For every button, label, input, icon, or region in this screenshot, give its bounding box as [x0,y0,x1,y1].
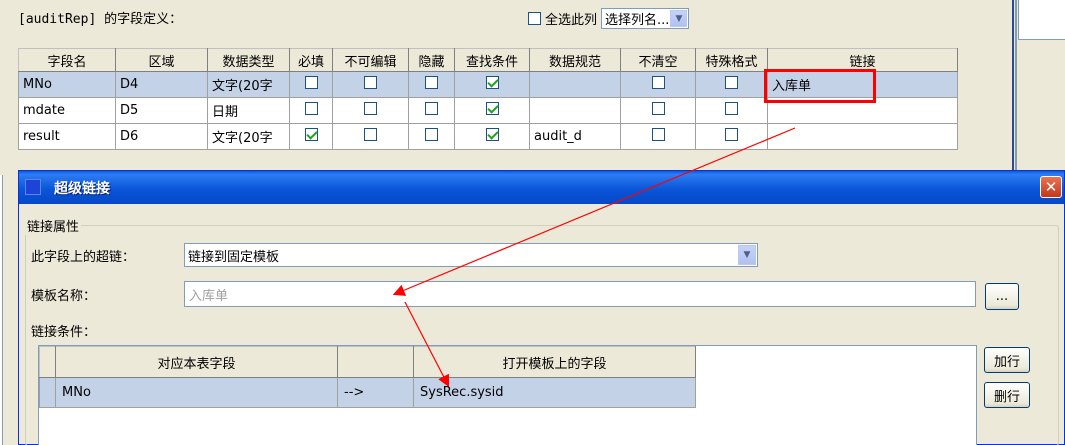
column-select[interactable]: 选择列名... ▼ [601,8,690,29]
condition-grid-container: 对应本表字段 打开模板上的字段 MNo --> SysRec.sysid [38,345,977,445]
table-row[interactable]: MNo --> SysRec.sysid [39,377,696,408]
cell-link[interactable]: 入库单 [764,69,958,103]
col-header-template-field[interactable]: 打开模板上的字段 [413,346,696,378]
cell-name[interactable]: result [18,123,116,150]
cell-area[interactable]: D6 [115,123,208,150]
column-select-value: 选择列名... [605,13,670,28]
select-all-control: 全选此列 选择列名... ▼ [528,8,690,29]
add-row-button[interactable]: 加行 [984,347,1030,373]
search-checkbox[interactable] [485,76,499,89]
select-all-checkbox[interactable] [528,12,541,25]
cell-local-field[interactable]: MNo [55,377,338,408]
frame-line [1015,0,1017,175]
dialog-titlebar[interactable]: 超级链接 ✕ [19,171,1064,204]
cell-area[interactable]: D5 [115,97,208,124]
col-header-arrow[interactable] [337,346,414,378]
cell-name[interactable]: mdate [18,97,116,124]
group-label: 链接属性 [25,216,82,235]
col-header-required[interactable]: 必填 [289,48,333,72]
hyperlink-type-value: 链接到固定模板 [188,249,280,265]
col-header-special[interactable]: 特殊格式 [695,48,768,72]
search-checkbox[interactable] [485,128,499,141]
required-checkbox[interactable] [304,128,318,141]
highlight-box [764,69,876,103]
cell-area[interactable]: D4 [115,71,208,98]
frame-line [1012,0,1014,175]
close-icon[interactable]: ✕ [1040,176,1062,198]
hyperlink-dialog: 超级链接 ✕ 链接属性 此字段上的超链： 链接到固定模板 ▼ 模板名称： 入库单… [18,170,1065,445]
select-all-label: 全选此列 [545,13,598,28]
noclear-checkbox[interactable] [651,76,665,89]
cell-name[interactable]: MNo [18,71,116,98]
noclear-checkbox[interactable] [651,128,665,141]
right-window-edge [1012,0,1065,175]
hidden-checkbox[interactable] [425,102,438,115]
row-indicator [39,377,56,408]
col-header-name[interactable]: 字段名 [18,48,116,72]
cell-type[interactable]: 日期 [207,97,290,124]
readonly-checkbox[interactable] [364,102,377,115]
template-name-value: 入库单 [189,288,229,304]
readonly-checkbox[interactable] [364,128,377,141]
hyperlink-type-select[interactable]: 链接到固定模板 ▼ [184,243,758,267]
panel-title: [auditRep] 的字段定义： [18,12,183,27]
row-indicator-header [39,346,56,378]
cell-spec[interactable] [529,97,621,124]
search-checkbox[interactable] [485,102,499,115]
window-icon [25,179,41,195]
noclear-checkbox[interactable] [651,102,665,115]
special-checkbox[interactable] [725,102,738,115]
delete-row-button[interactable]: 删行 [984,382,1030,408]
cell-type[interactable]: 文字(20字 [207,123,290,150]
required-checkbox[interactable] [304,76,318,89]
table-row[interactable]: MNo D4 文字(20字 入库单 [18,69,958,103]
cell-spec[interactable]: audit_d [529,123,621,150]
col-header-spec[interactable]: 数据规范 [529,48,621,72]
special-checkbox[interactable] [725,76,738,89]
browse-button[interactable]: ... [985,283,1019,310]
field-definition-panel: [auditRep] 的字段定义： 全选此列 选择列名... ▼ 字段名 区域 … [0,0,1012,175]
col-header-hidden[interactable]: 隐藏 [408,48,455,72]
cell-spec[interactable] [529,71,621,98]
cell-arrow[interactable]: --> [337,377,414,408]
background-window [1018,0,1065,40]
hyperlink-label: 此字段上的超链： [31,250,136,265]
condition-label: 链接条件： [31,325,97,340]
col-header-area[interactable]: 区域 [115,48,208,72]
dropdown-arrow-icon[interactable]: ▼ [670,10,688,27]
cell-link[interactable] [767,123,958,150]
col-header-readonly[interactable]: 不可编辑 [332,48,409,72]
condition-grid: 对应本表字段 打开模板上的字段 MNo --> SysRec.sysid [39,346,696,408]
col-header-noclear[interactable]: 不清空 [620,48,696,72]
hidden-checkbox[interactable] [425,128,438,141]
col-header-type[interactable]: 数据类型 [207,48,290,72]
condition-grid-header: 对应本表字段 打开模板上的字段 [39,346,696,378]
dialog-title: 超级链接 [54,181,110,197]
hidden-checkbox[interactable] [425,76,438,89]
required-checkbox[interactable] [304,102,318,115]
field-grid: 字段名 区域 数据类型 必填 不可编辑 隐藏 查找条件 数据规范 不清空 特殊格… [18,48,958,150]
cell-template-field[interactable]: SysRec.sysid [413,377,696,408]
dropdown-arrow-icon[interactable]: ▼ [738,245,756,265]
col-header-local-field[interactable]: 对应本表字段 [55,346,338,378]
table-row[interactable]: result D6 文字(20字 audit_d [18,123,958,150]
template-name-label: 模板名称： [31,289,97,304]
readonly-checkbox[interactable] [364,76,377,89]
special-checkbox[interactable] [725,128,738,141]
cell-type[interactable]: 文字(20字 [207,71,290,98]
col-header-search[interactable]: 查找条件 [454,48,530,72]
template-name-input[interactable]: 入库单 [184,281,976,307]
